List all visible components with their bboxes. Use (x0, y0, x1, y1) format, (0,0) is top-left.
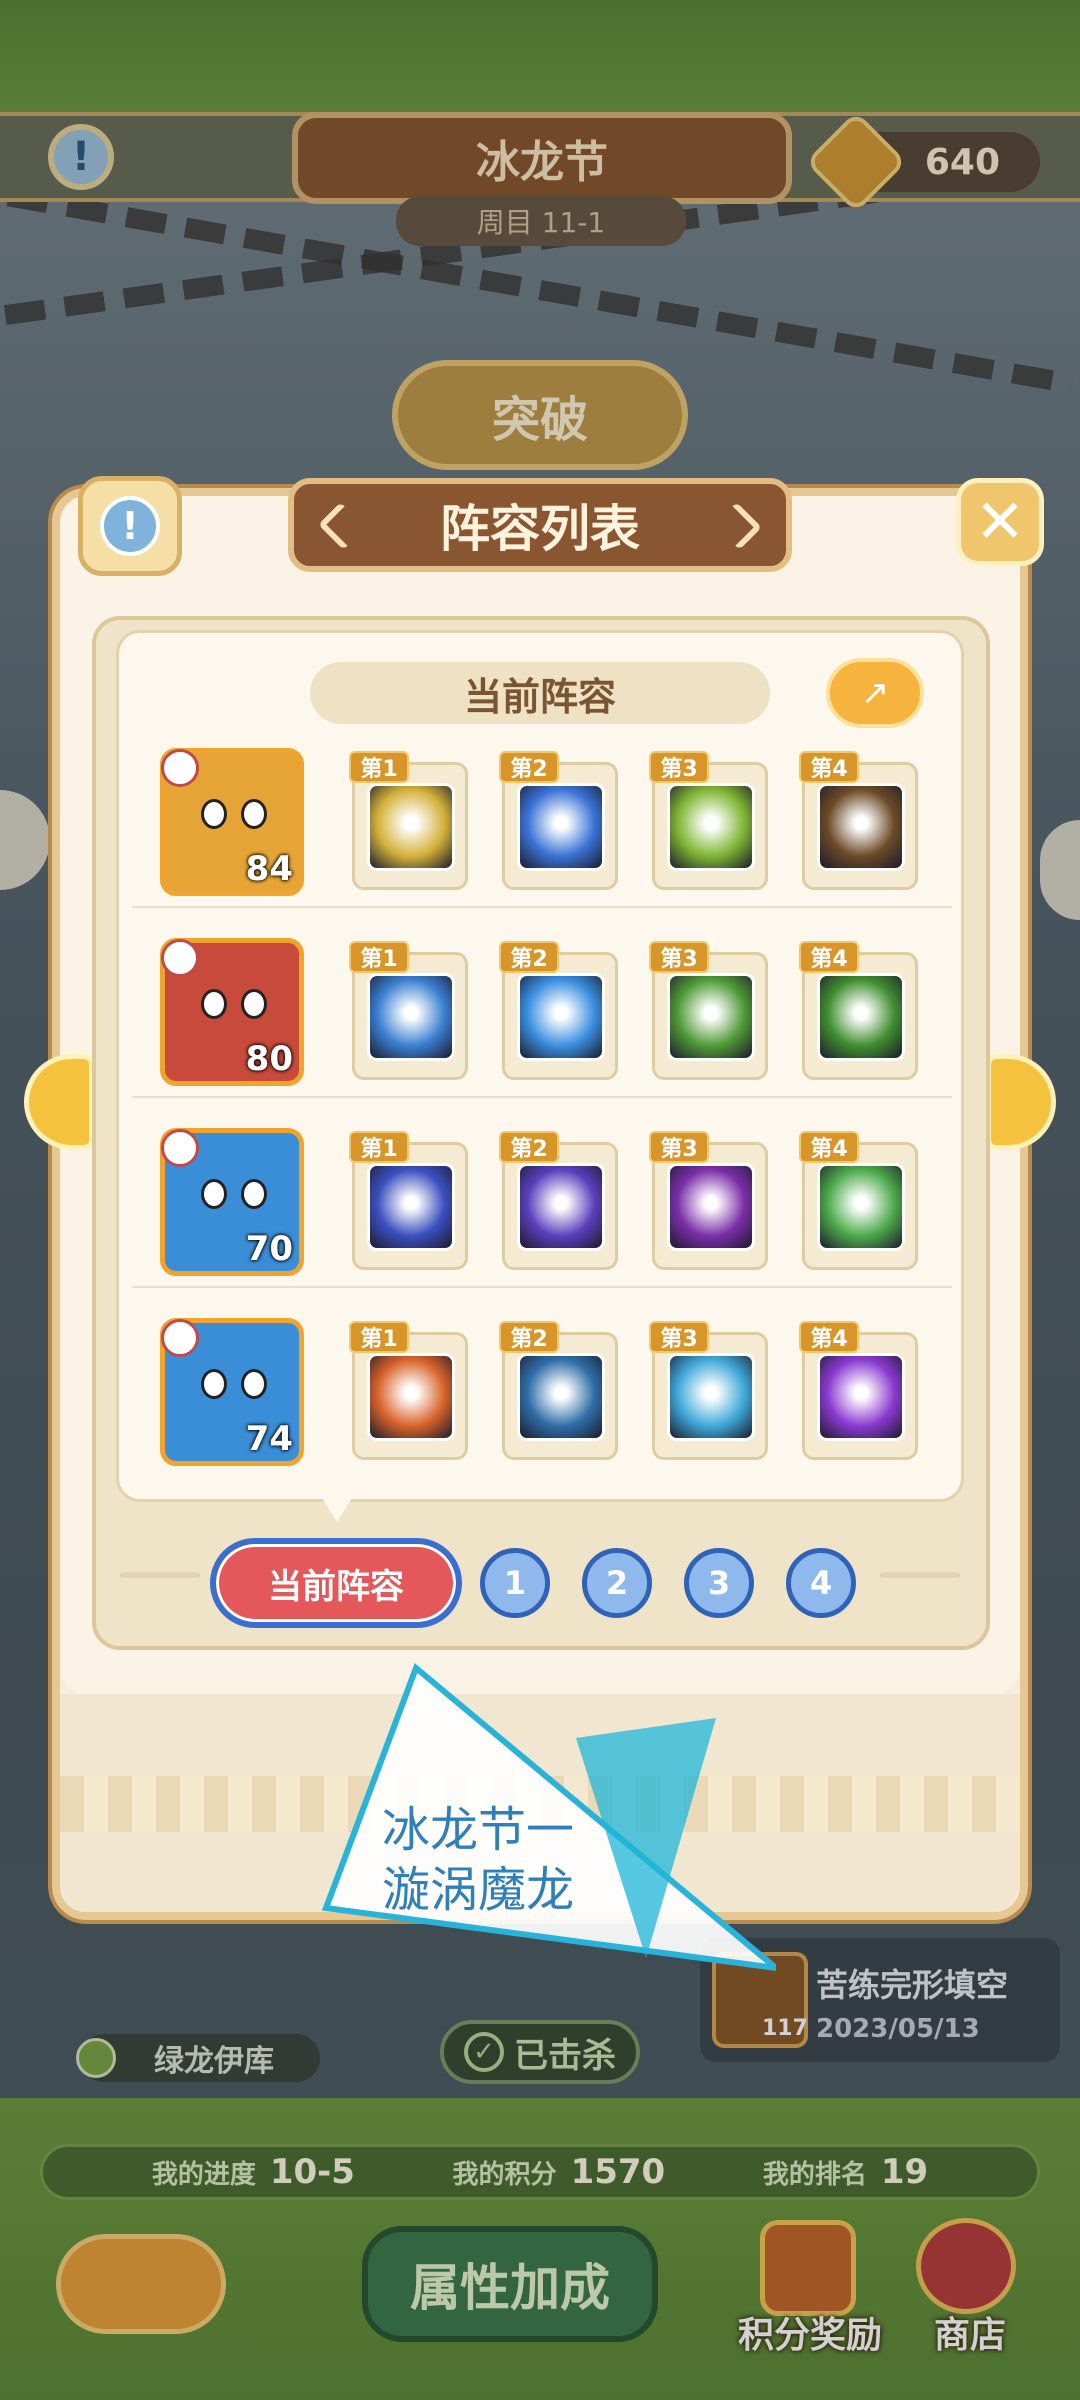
skill-icon (817, 1353, 905, 1441)
share-button[interactable]: ↗ (826, 658, 924, 728)
element-badge-icon (161, 1129, 199, 1167)
hero-eye (241, 989, 267, 1019)
skill-icon (817, 783, 905, 871)
skill-slot[interactable]: 第4 (799, 941, 918, 1080)
skill-icon (517, 973, 605, 1061)
hero-eye (241, 1179, 267, 1209)
row-divider (132, 1286, 952, 1288)
skill-slot[interactable]: 第3 (649, 1131, 768, 1270)
title-ornament-right-icon (713, 501, 763, 551)
skill-icon (667, 1163, 755, 1251)
skill-slot[interactable]: 第4 (799, 751, 918, 890)
skill-order-tag: 第4 (799, 941, 859, 973)
close-icon: ✕ (974, 487, 1026, 557)
row-divider (132, 906, 952, 908)
element-badge-icon (161, 939, 199, 977)
info-icon: ! (100, 496, 160, 556)
skill-slot[interactable]: 第1 (349, 1321, 468, 1460)
skill-icon (667, 783, 755, 871)
skill-order-tag: 第3 (649, 1321, 709, 1353)
skill-order-tag: 第4 (799, 1321, 859, 1353)
skill-slot[interactable]: 第4 (799, 1321, 918, 1460)
tab-current-lineup[interactable]: 当前阵容 (210, 1538, 462, 1628)
hero-eye (201, 1369, 227, 1399)
hero-level: 74 (245, 1419, 293, 1459)
tab-lineup-1[interactable]: 1 (480, 1548, 550, 1618)
skill-order-tag: 第2 (499, 1321, 559, 1353)
hero-eye (241, 1369, 267, 1399)
hero-portrait[interactable]: 74 (160, 1318, 304, 1466)
skill-order-tag: 第3 (649, 1131, 709, 1163)
skill-slot[interactable]: 第3 (649, 1321, 768, 1460)
skill-order-tag: 第3 (649, 941, 709, 973)
skill-slot[interactable]: 第3 (649, 941, 768, 1080)
skill-slot[interactable]: 第1 (349, 1131, 468, 1270)
dialog-title: 阵容列表 (288, 478, 792, 572)
hero-portrait[interactable]: 84 (160, 748, 304, 896)
skill-icon (817, 973, 905, 1061)
skill-icon (367, 1163, 455, 1251)
skill-slot[interactable]: 第2 (499, 1321, 618, 1460)
tab-lineup-2[interactable]: 2 (582, 1548, 652, 1618)
skill-slot[interactable]: 第4 (799, 1131, 918, 1270)
skill-slot[interactable]: 第2 (499, 941, 618, 1080)
lineup-row: 80 第1 第2 第3 第4 (132, 930, 952, 1100)
watermark-text: 冰龙节一 漩涡魔龙 (382, 1800, 574, 1920)
skill-icon (517, 783, 605, 871)
skill-order-tag: 第2 (499, 1131, 559, 1163)
element-badge-icon (161, 749, 199, 787)
skill-icon (517, 1353, 605, 1441)
skill-order-tag: 第1 (349, 1131, 409, 1163)
skill-slot[interactable]: 第1 (349, 941, 468, 1080)
hero-eye (201, 799, 227, 829)
hero-eye (241, 799, 267, 829)
skill-icon (817, 1163, 905, 1251)
close-button[interactable]: ✕ (956, 478, 1044, 566)
lineup-row: 74 第1 第2 第3 第4 (132, 1310, 952, 1480)
tab-lineup-4[interactable]: 4 (786, 1548, 856, 1618)
skill-icon (367, 783, 455, 871)
skill-slot[interactable]: 第3 (649, 751, 768, 890)
skill-slot[interactable]: 第2 (499, 1131, 618, 1270)
skill-order-tag: 第2 (499, 941, 559, 973)
tab-lineup-3[interactable]: 3 (684, 1548, 754, 1618)
skill-order-tag: 第4 (799, 1131, 859, 1163)
watermark-line1: 冰龙节一 (382, 1802, 575, 1858)
skill-slot[interactable]: 第1 (349, 751, 468, 890)
skill-order-tag: 第1 (349, 1321, 409, 1353)
lineup-row: 84 第1 第2 第3 第4 (132, 740, 952, 910)
skill-icon (667, 973, 755, 1061)
hero-level: 80 (245, 1039, 293, 1079)
dialog-title-text: 阵容列表 (440, 500, 640, 558)
row-divider (132, 1096, 952, 1098)
watermark-line2: 漩涡魔龙 (382, 1862, 575, 1918)
element-badge-icon (161, 1319, 199, 1357)
skill-icon (367, 973, 455, 1061)
skill-icon (667, 1353, 755, 1441)
pager-ornament-left (120, 1572, 200, 1578)
current-lineup-header: 当前阵容 (310, 662, 770, 724)
skill-order-tag: 第2 (499, 751, 559, 783)
title-ornament-left-icon (317, 501, 367, 551)
dialog-info-button[interactable]: ! (78, 476, 182, 576)
skill-order-tag: 第1 (349, 751, 409, 783)
hero-portrait[interactable]: 70 (160, 1128, 304, 1276)
skill-icon (517, 1163, 605, 1251)
skill-icon (367, 1353, 455, 1441)
share-icon: ↗ (860, 673, 890, 713)
lineup-row: 70 第1 第2 第3 第4 (132, 1120, 952, 1290)
skill-order-tag: 第1 (349, 941, 409, 973)
hero-eye (201, 989, 227, 1019)
skill-order-tag: 第4 (799, 751, 859, 783)
hero-level: 84 (245, 849, 293, 889)
pager-ornament-right (880, 1572, 960, 1578)
skill-slot[interactable]: 第2 (499, 751, 618, 890)
hero-level: 70 (245, 1229, 293, 1269)
skill-order-tag: 第3 (649, 751, 709, 783)
hero-eye (201, 1179, 227, 1209)
hero-portrait[interactable]: 80 (160, 938, 304, 1086)
